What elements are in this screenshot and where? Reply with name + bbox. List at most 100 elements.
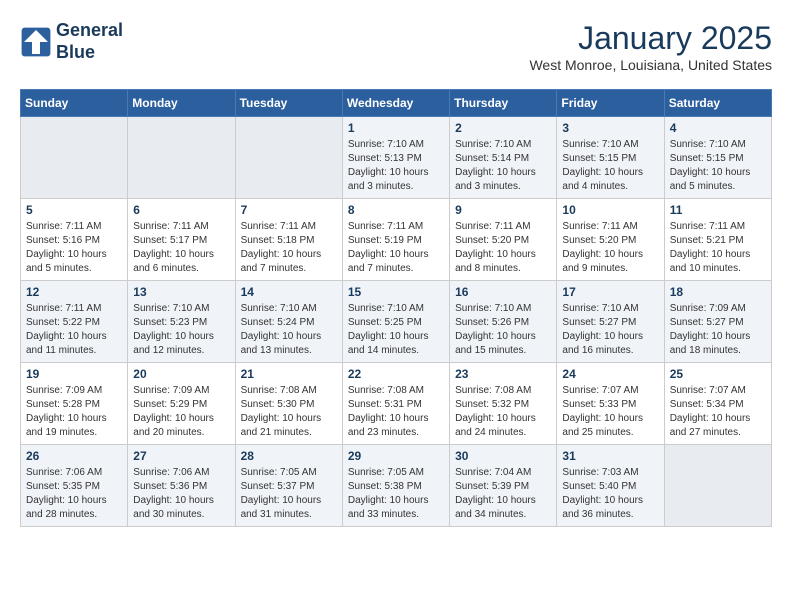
col-header-friday: Friday [557,90,664,117]
day-info: Sunrise: 7:10 AM Sunset: 5:13 PM Dayligh… [348,138,444,194]
day-info: Sunrise: 7:11 AM Sunset: 5:20 PM Dayligh… [562,220,658,276]
calendar-day-cell: 20 Sunrise: 7:09 AM Sunset: 5:29 PM Dayli… [128,363,235,445]
calendar-day-cell: 3Sunrise: 7:10 AM Sunset: 5:15 PM Daylig… [557,117,664,199]
calendar-week-row: 19 Sunrise: 7:09 AM Sunset: 5:28 PM Dayli… [21,363,772,445]
calendar-day-cell: 27 Sunrise: 7:06 AM Sunset: 5:36 PM Dayli… [128,445,235,527]
col-header-monday: Monday [128,90,235,117]
calendar-day-cell [128,117,235,199]
calendar-day-cell: 10 Sunrise: 7:11 AM Sunset: 5:20 PM Dayli… [557,199,664,281]
day-info: Sunrise: 7:05 AM Sunset: 5:37 PM Dayligh… [241,466,337,522]
calendar-day-cell: 7 Sunrise: 7:11 AM Sunset: 5:18 PM Daylig… [235,199,342,281]
day-info: Sunrise: 7:07 AM Sunset: 5:34 PM Dayligh… [670,384,766,440]
logo-text: General Blue [56,20,123,63]
calendar-day-cell: 30 Sunrise: 7:04 AM Sunset: 5:39 PM Dayli… [450,445,557,527]
day-number: 20 [133,367,229,381]
day-number: 30 [455,449,551,463]
calendar-day-cell: 9Sunrise: 7:11 AM Sunset: 5:20 PM Daylig… [450,199,557,281]
calendar-day-cell: 12 Sunrise: 7:11 AM Sunset: 5:22 PM Dayli… [21,281,128,363]
day-info: Sunrise: 7:06 AM Sunset: 5:35 PM Dayligh… [26,466,122,522]
day-info: Sunrise: 7:11 AM Sunset: 5:18 PM Dayligh… [241,220,337,276]
logo-icon [20,26,52,58]
day-number: 6 [133,203,229,217]
day-info: Sunrise: 7:11 AM Sunset: 5:19 PM Dayligh… [348,220,444,276]
day-number: 15 [348,285,444,299]
day-info: Sunrise: 7:03 AM Sunset: 5:40 PM Dayligh… [562,466,658,522]
day-info: Sunrise: 7:11 AM Sunset: 5:21 PM Dayligh… [670,220,766,276]
calendar-day-cell: 21Sunrise: 7:08 AM Sunset: 5:30 PM Dayli… [235,363,342,445]
day-info: Sunrise: 7:08 AM Sunset: 5:32 PM Dayligh… [455,384,551,440]
calendar-day-cell: 18 Sunrise: 7:09 AM Sunset: 5:27 PM Dayli… [664,281,771,363]
day-info: Sunrise: 7:05 AM Sunset: 5:38 PM Dayligh… [348,466,444,522]
calendar-day-cell: 4 Sunrise: 7:10 AM Sunset: 5:15 PM Daylig… [664,117,771,199]
day-number: 23 [455,367,551,381]
calendar-day-cell: 19 Sunrise: 7:09 AM Sunset: 5:28 PM Dayli… [21,363,128,445]
calendar-day-cell: 31 Sunrise: 7:03 AM Sunset: 5:40 PM Dayli… [557,445,664,527]
day-number: 13 [133,285,229,299]
day-info: Sunrise: 7:11 AM Sunset: 5:16 PM Dayligh… [26,220,122,276]
calendar-day-cell: 11Sunrise: 7:11 AM Sunset: 5:21 PM Dayli… [664,199,771,281]
day-info: Sunrise: 7:06 AM Sunset: 5:36 PM Dayligh… [133,466,229,522]
calendar-day-cell [235,117,342,199]
day-number: 1 [348,121,444,135]
day-info: Sunrise: 7:09 AM Sunset: 5:27 PM Dayligh… [670,302,766,358]
calendar-table: SundayMondayTuesdayWednesdayThursdayFrid… [20,89,772,527]
calendar-week-row: 12 Sunrise: 7:11 AM Sunset: 5:22 PM Dayli… [21,281,772,363]
day-number: 18 [670,285,766,299]
location: West Monroe, Louisiana, United States [529,57,772,73]
day-number: 2 [455,121,551,135]
day-number: 7 [241,203,337,217]
col-header-sunday: Sunday [21,90,128,117]
day-number: 16 [455,285,551,299]
calendar-day-cell: 25Sunrise: 7:07 AM Sunset: 5:34 PM Dayli… [664,363,771,445]
day-info: Sunrise: 7:11 AM Sunset: 5:17 PM Dayligh… [133,220,229,276]
col-header-thursday: Thursday [450,90,557,117]
day-number: 10 [562,203,658,217]
calendar-day-cell [664,445,771,527]
day-number: 5 [26,203,122,217]
day-info: Sunrise: 7:10 AM Sunset: 5:14 PM Dayligh… [455,138,551,194]
day-number: 21 [241,367,337,381]
col-header-wednesday: Wednesday [342,90,449,117]
day-number: 12 [26,285,122,299]
calendar-day-cell: 29 Sunrise: 7:05 AM Sunset: 5:38 PM Dayli… [342,445,449,527]
calendar-day-cell: 1 Sunrise: 7:10 AM Sunset: 5:13 PM Daylig… [342,117,449,199]
calendar-day-cell: 16 Sunrise: 7:10 AM Sunset: 5:26 PM Dayli… [450,281,557,363]
day-info: Sunrise: 7:10 AM Sunset: 5:26 PM Dayligh… [455,302,551,358]
calendar-day-cell [21,117,128,199]
day-info: Sunrise: 7:04 AM Sunset: 5:39 PM Dayligh… [455,466,551,522]
col-header-saturday: Saturday [664,90,771,117]
day-info: Sunrise: 7:09 AM Sunset: 5:28 PM Dayligh… [26,384,122,440]
day-number: 26 [26,449,122,463]
calendar-day-cell: 26 Sunrise: 7:06 AM Sunset: 5:35 PM Dayli… [21,445,128,527]
calendar-week-row: 5 Sunrise: 7:11 AM Sunset: 5:16 PM Daylig… [21,199,772,281]
calendar-day-cell: 14Sunrise: 7:10 AM Sunset: 5:24 PM Dayli… [235,281,342,363]
col-header-tuesday: Tuesday [235,90,342,117]
day-info: Sunrise: 7:08 AM Sunset: 5:31 PM Dayligh… [348,384,444,440]
logo: General Blue [20,20,123,63]
day-number: 8 [348,203,444,217]
day-info: Sunrise: 7:11 AM Sunset: 5:22 PM Dayligh… [26,302,122,358]
day-number: 4 [670,121,766,135]
calendar-day-cell: 24Sunrise: 7:07 AM Sunset: 5:33 PM Dayli… [557,363,664,445]
day-info: Sunrise: 7:09 AM Sunset: 5:29 PM Dayligh… [133,384,229,440]
calendar-day-cell: 6 Sunrise: 7:11 AM Sunset: 5:17 PM Daylig… [128,199,235,281]
day-info: Sunrise: 7:10 AM Sunset: 5:24 PM Dayligh… [241,302,337,358]
calendar-day-cell: 17Sunrise: 7:10 AM Sunset: 5:27 PM Dayli… [557,281,664,363]
day-info: Sunrise: 7:10 AM Sunset: 5:23 PM Dayligh… [133,302,229,358]
day-number: 19 [26,367,122,381]
day-number: 3 [562,121,658,135]
day-number: 31 [562,449,658,463]
calendar-day-cell: 2 Sunrise: 7:10 AM Sunset: 5:14 PM Daylig… [450,117,557,199]
day-number: 28 [241,449,337,463]
day-info: Sunrise: 7:10 AM Sunset: 5:27 PM Dayligh… [562,302,658,358]
day-number: 27 [133,449,229,463]
title-area: January 2025 West Monroe, Louisiana, Uni… [529,20,772,73]
day-info: Sunrise: 7:10 AM Sunset: 5:25 PM Dayligh… [348,302,444,358]
day-info: Sunrise: 7:10 AM Sunset: 5:15 PM Dayligh… [670,138,766,194]
calendar-header-row: SundayMondayTuesdayWednesdayThursdayFrid… [21,90,772,117]
day-number: 29 [348,449,444,463]
month-title: January 2025 [529,20,772,57]
calendar-week-row: 26 Sunrise: 7:06 AM Sunset: 5:35 PM Dayli… [21,445,772,527]
calendar-day-cell: 28 Sunrise: 7:05 AM Sunset: 5:37 PM Dayli… [235,445,342,527]
day-number: 9 [455,203,551,217]
